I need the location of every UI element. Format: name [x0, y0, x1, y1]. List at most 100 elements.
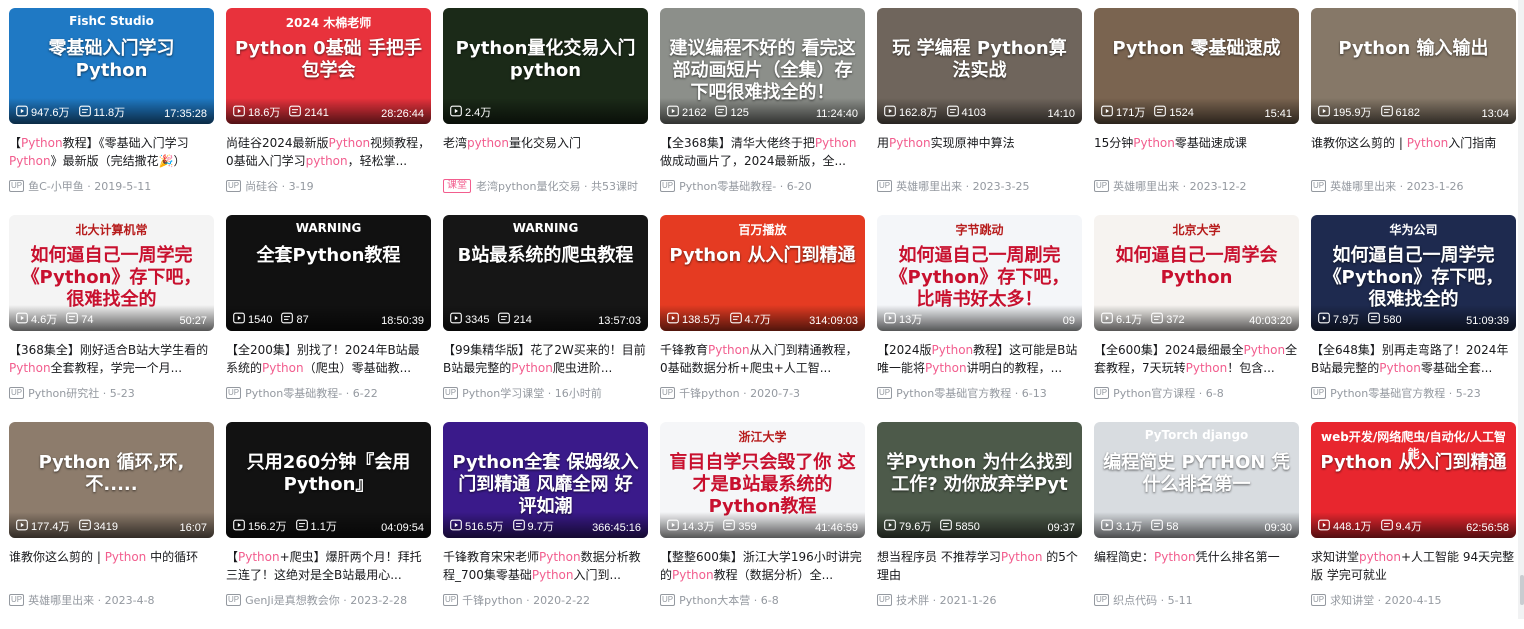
- video-title[interactable]: 【Python+爬虫】爆肝两个月！拜托三连了！这绝对是全B站最用心...: [226, 548, 431, 584]
- video-title[interactable]: 【2024版Python教程】这可能是B站唯一能将Python讲明白的教程，..…: [877, 341, 1082, 377]
- video-thumbnail[interactable]: 字节跳动 如何逼自己一周刷完《Python》存下吧，比啃书好太多！ 13万 09: [877, 215, 1082, 331]
- video-card[interactable]: Python全套 保姆级入门到精通 风靡全网 好评如潮 516.5万 9.7万 …: [443, 422, 648, 629]
- video-thumbnail[interactable]: 只用260分钟『会用 Python』 156.2万 1.1万 04:09:54: [226, 422, 431, 538]
- title-text: 入门到...: [573, 568, 621, 582]
- video-duration: 41:46:59: [815, 522, 858, 534]
- author-name[interactable]: 求知讲堂: [1330, 592, 1374, 608]
- author-name[interactable]: Python零基础官方教程: [1330, 385, 1445, 401]
- author-name[interactable]: 英雄哪里出来: [896, 178, 962, 194]
- scrollbar[interactable]: [1518, 0, 1524, 619]
- video-thumbnail[interactable]: Python全套 保姆级入门到精通 风靡全网 好评如潮 516.5万 9.7万 …: [443, 422, 648, 538]
- video-card[interactable]: web开发/网络爬虫/自动化/人工智能 Python 从入门到精通 448.1万…: [1311, 422, 1516, 629]
- up-icon: UP: [877, 180, 893, 192]
- video-card[interactable]: Python 零基础速成 171万 1524 15:41 15分钟Python零…: [1094, 8, 1299, 215]
- video-title[interactable]: 尚硅谷2024最新版Python视频教程，0基础入门学习python，轻松掌..…: [226, 134, 431, 170]
- video-card[interactable]: 建议编程不好的 看完这部动画短片（全集）存下吧很难找全的！ 2162 125 1…: [660, 8, 865, 215]
- video-thumbnail[interactable]: web开发/网络爬虫/自动化/人工智能 Python 从入门到精通 448.1万…: [1311, 422, 1516, 538]
- video-title[interactable]: 【99集精华版】花了2W买来的！目前B站最完整的Python爬虫进阶...: [443, 341, 648, 377]
- video-title[interactable]: 【368集全】刚好适合B站大学生看的 Python全套教程，学完一个月...: [9, 341, 214, 377]
- video-thumbnail[interactable]: WARNING 全套Python教程 1540 87 18:50:39: [226, 215, 431, 331]
- video-card[interactable]: Python 输入输出 195.9万 6182 13:04 谁教你这么剪的 | …: [1311, 8, 1516, 215]
- video-thumbnail[interactable]: 建议编程不好的 看完这部动画短片（全集）存下吧很难找全的！ 2162 125 1…: [660, 8, 865, 124]
- video-card[interactable]: 华为公司 如何逼自己一周学完《Python》存下吧，很难找全的 7.9万 580…: [1311, 215, 1516, 422]
- play-count-value: 3.1万: [1116, 521, 1143, 533]
- thumbnail-stats: 1540 87 18:50:39: [226, 305, 431, 331]
- video-card[interactable]: 北大计算机常 如何逼自己一周学完《Python》存下吧，很难找全的 4.6万 7…: [9, 215, 214, 422]
- author-name[interactable]: 千锋python: [462, 592, 522, 608]
- video-card[interactable]: 北京大学 如何逼自己一周学会Python 6.1万 372 40:03:20 【…: [1094, 215, 1299, 422]
- video-card[interactable]: 学Python 为什么找到工作? 劝你放弃学Pyt 79.6万 5850 09:…: [877, 422, 1082, 629]
- meta-separator: ·: [342, 386, 353, 400]
- author-name[interactable]: 英雄哪里出来: [28, 592, 94, 608]
- video-thumbnail[interactable]: Python 输入输出 195.9万 6182 13:04: [1311, 8, 1516, 124]
- author-name[interactable]: Python官方课程: [1113, 385, 1195, 401]
- author-name[interactable]: 英雄哪里出来: [1113, 178, 1179, 194]
- video-thumbnail[interactable]: Python 循环,环,不..... 177.4万 3419 16:07: [9, 422, 214, 538]
- up-icon: UP: [1311, 180, 1327, 192]
- video-thumbnail[interactable]: Python量化交易入门 python 2.4万: [443, 8, 648, 124]
- video-thumbnail[interactable]: 2024 木棉老师 Python 0基础 手把手 包学会 18.6万 2141 …: [226, 8, 431, 124]
- video-card[interactable]: 百万播放 Python 从入门到精通 138.5万 4.7万 314:09:03…: [660, 215, 865, 422]
- author-name[interactable]: Python零基础教程-: [245, 385, 342, 401]
- video-meta: UP 技术胖 · 2021-1-26: [877, 592, 1082, 608]
- author-name[interactable]: 技术胖: [896, 592, 929, 608]
- video-card[interactable]: Python 循环,环,不..... 177.4万 3419 16:07 谁教你…: [9, 422, 214, 629]
- video-thumbnail[interactable]: 北大计算机常 如何逼自己一周学完《Python》存下吧，很难找全的 4.6万 7…: [9, 215, 214, 331]
- video-title[interactable]: 谁教你这么剪的 | Python 中的循环: [9, 548, 214, 584]
- video-thumbnail[interactable]: WARNING B站最系统的爬虫教程 3345 214 13:57:03: [443, 215, 648, 331]
- video-title[interactable]: 15分钟Python零基础速成课: [1094, 134, 1299, 170]
- up-icon: UP: [660, 387, 676, 399]
- author-name[interactable]: Python零基础教程-: [679, 178, 776, 194]
- video-title[interactable]: 【Python教程】《零基础入门学习Python》最新版（完结撒花🎉）: [9, 134, 214, 170]
- author-name[interactable]: Python零基础官方教程: [896, 385, 1011, 401]
- up-icon: UP: [1094, 180, 1110, 192]
- video-card[interactable]: WARNING 全套Python教程 1540 87 18:50:39 【全20…: [226, 215, 431, 422]
- video-title[interactable]: 千锋教育Python从入门到精通教程，0基础数据分析+爬虫+人工智...: [660, 341, 865, 377]
- video-title[interactable]: 老湾python量化交易入门: [443, 134, 648, 170]
- video-thumbnail[interactable]: 玩 学编程 Python算法实战 162.8万 4103 14:10: [877, 8, 1082, 124]
- video-title[interactable]: 谁教你这么剪的 | Python入门指南: [1311, 134, 1516, 170]
- author-name[interactable]: GenJi是真想教会你: [245, 592, 340, 608]
- video-card[interactable]: 字节跳动 如何逼自己一周刷完《Python》存下吧，比啃书好太多！ 13万 09…: [877, 215, 1082, 422]
- video-card[interactable]: 2024 木棉老师 Python 0基础 手把手 包学会 18.6万 2141 …: [226, 8, 431, 215]
- play-count-value: 516.5万: [465, 521, 504, 533]
- video-title[interactable]: 编程简史：Python凭什么排名第一: [1094, 548, 1299, 584]
- video-thumbnail[interactable]: Python 零基础速成 171万 1524 15:41: [1094, 8, 1299, 124]
- video-title[interactable]: 想当程序员 不推荐学习Python 的5个理由: [877, 548, 1082, 584]
- video-thumbnail[interactable]: 百万播放 Python 从入门到精通 138.5万 4.7万 314:09:03: [660, 215, 865, 331]
- author-name[interactable]: 织点代码: [1113, 592, 1157, 608]
- video-title[interactable]: 【全200集】别找了！2024年B站最系统的Python（爬虫）零基础教...: [226, 341, 431, 377]
- video-title[interactable]: 用Python实现原神中算法: [877, 134, 1082, 170]
- play-icon: [1101, 105, 1116, 120]
- video-title[interactable]: 千锋教育宋宋老师Python数据分析教程_700集零基础Python入门到...: [443, 548, 648, 584]
- author-name[interactable]: 尚硅谷: [245, 178, 278, 194]
- video-thumbnail[interactable]: 学Python 为什么找到工作? 劝你放弃学Pyt 79.6万 5850 09:…: [877, 422, 1082, 538]
- video-title[interactable]: 【整整600集】浙江大学196小时讲完的Python教程（数据分析）全...: [660, 548, 865, 584]
- video-card[interactable]: 只用260分钟『会用 Python』 156.2万 1.1万 04:09:54 …: [226, 422, 431, 629]
- video-thumbnail[interactable]: 浙江大学 盲目自学只会毁了你 这才是B站最系统的 Python教程 14.3万 …: [660, 422, 865, 538]
- video-duration: 04:09:54: [381, 522, 424, 534]
- video-card[interactable]: PyTorch django 编程简史 PYTHON 凭什么排名第一 3.1万 …: [1094, 422, 1299, 629]
- video-title[interactable]: 【全368集】清华大佬终于把Python 做成动画片了，2024最新版，全...: [660, 134, 865, 170]
- title-text: 教程（数据分析）全...: [713, 568, 834, 582]
- author-name[interactable]: 英雄哪里出来: [1330, 178, 1396, 194]
- video-title[interactable]: 【全648集】别再走弯路了！2024年B站最完整的Python零基础全套...: [1311, 341, 1516, 377]
- video-card[interactable]: FishC Studio 零基础入门学习Python 947.6万 11.8万 …: [9, 8, 214, 215]
- video-card[interactable]: 浙江大学 盲目自学只会毁了你 这才是B站最系统的 Python教程 14.3万 …: [660, 422, 865, 629]
- author-name[interactable]: Python研究社: [28, 385, 99, 401]
- author-name[interactable]: 鱼C-小甲鱼: [28, 178, 84, 194]
- author-name[interactable]: 千锋python: [679, 385, 739, 401]
- video-thumbnail[interactable]: PyTorch django 编程简史 PYTHON 凭什么排名第一 3.1万 …: [1094, 422, 1299, 538]
- scrollbar-thumb[interactable]: [1520, 575, 1524, 605]
- author-name[interactable]: Python大本营: [679, 592, 750, 608]
- author-name[interactable]: Python学习课堂: [462, 385, 544, 401]
- video-card[interactable]: Python量化交易入门 python 2.4万 老湾python量化交易入门 …: [443, 8, 648, 215]
- video-card[interactable]: 玩 学编程 Python算法实战 162.8万 4103 14:10 用Pyth…: [877, 8, 1082, 215]
- video-thumbnail[interactable]: 北京大学 如何逼自己一周学会Python 6.1万 372 40:03:20: [1094, 215, 1299, 331]
- video-thumbnail[interactable]: FishC Studio 零基础入门学习Python 947.6万 11.8万 …: [9, 8, 214, 124]
- video-title[interactable]: 求知讲堂python+人工智能 94天完整版 学完可就业: [1311, 548, 1516, 584]
- video-card[interactable]: WARNING B站最系统的爬虫教程 3345 214 13:57:03 【99…: [443, 215, 648, 422]
- author-name[interactable]: 老湾python量化交易: [476, 178, 580, 194]
- video-thumbnail[interactable]: 华为公司 如何逼自己一周学完《Python》存下吧，很难找全的 7.9万 580…: [1311, 215, 1516, 331]
- video-title[interactable]: 【全600集】2024最细最全Python全套教程，7天玩转Python！包含.…: [1094, 341, 1299, 377]
